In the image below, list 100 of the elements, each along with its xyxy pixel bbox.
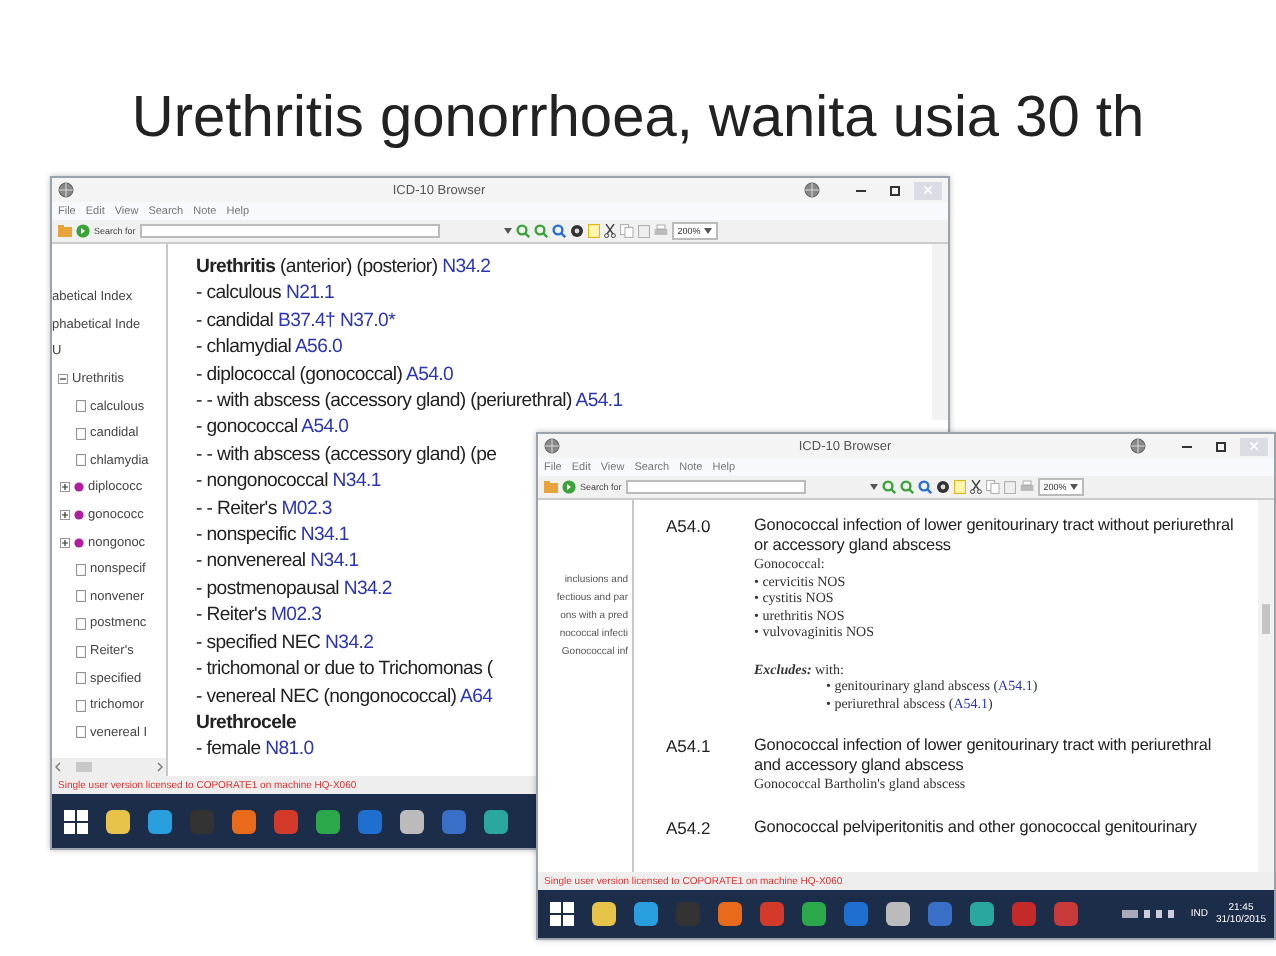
entry-title: Gonococcal pelviperitonitis and other gonococcal genitourinary xyxy=(754,817,1199,837)
index-entry: - Reiter's M02.3 xyxy=(196,602,322,630)
caret-icon[interactable] xyxy=(503,228,512,234)
minimize-icon xyxy=(855,189,865,191)
caret-icon xyxy=(1070,484,1079,490)
vertical-scrollbar[interactable] xyxy=(1258,500,1274,872)
taskbar-app-icon[interactable] xyxy=(588,898,620,930)
taskbar-app-icon[interactable] xyxy=(798,898,830,930)
taskbar-app-icon[interactable] xyxy=(312,805,344,837)
taskbar-app-icon[interactable] xyxy=(144,805,176,837)
code-link[interactable]: A56.0 xyxy=(294,336,343,359)
entry-title: Gonococcal infection of lower genitourinary tract without periurethral or accessory gland abscess xyxy=(754,516,1234,556)
app-logo-icon xyxy=(58,182,74,198)
index-entry: - venereal NEC (nongonococcal) A64 xyxy=(196,683,493,710)
taskbar-app-icon[interactable] xyxy=(102,805,134,837)
document-icon xyxy=(76,427,86,440)
cut-icon[interactable] xyxy=(603,224,616,238)
index-entry: - - Reiter's M02.3 xyxy=(196,495,332,523)
windows-logo-icon[interactable] xyxy=(546,898,578,930)
caret-icon[interactable] xyxy=(869,484,878,490)
code-link[interactable]: N21.1 xyxy=(285,282,335,305)
expand-icon[interactable] xyxy=(60,482,70,493)
record-icon[interactable] xyxy=(935,480,950,494)
index-entry: - gonococcal A54.0 xyxy=(196,414,349,442)
index-heading: Urethritis (anterior) (posterior) N34.2 xyxy=(196,254,491,281)
index-entry: - postmenopausal N34.2 xyxy=(196,575,392,603)
index-entry: - calculous N21.1 xyxy=(196,280,335,308)
minimize-icon xyxy=(1181,445,1191,447)
taskbar-app-icon[interactable] xyxy=(228,805,260,837)
close-icon xyxy=(1250,442,1258,450)
expand-icon[interactable] xyxy=(60,537,70,548)
document-icon xyxy=(76,400,86,413)
vertical-scrollbar[interactable] xyxy=(932,244,948,420)
code-link[interactable]: A54.0 xyxy=(301,416,349,439)
code-link[interactable]: B37.4† xyxy=(277,309,336,332)
taskbar-app-icon[interactable] xyxy=(480,805,512,837)
search-icon[interactable] xyxy=(899,480,914,494)
search-icon[interactable] xyxy=(533,224,548,238)
index-entry: - nongonococcal N34.1 xyxy=(196,468,381,496)
bullet-dot-icon xyxy=(74,482,84,493)
index-entry: - specified NEC N34.2 xyxy=(196,629,374,657)
search-icon[interactable] xyxy=(881,480,896,494)
globe-icon xyxy=(1130,438,1146,454)
code-link[interactable]: M02.3 xyxy=(270,604,322,627)
search-field[interactable] xyxy=(625,480,806,494)
code-link[interactable]: A54.0 xyxy=(405,363,454,386)
document-icon xyxy=(76,672,86,685)
expand-icon[interactable] xyxy=(60,510,70,521)
caret-icon xyxy=(704,228,713,234)
horizontal-scrollbar[interactable] xyxy=(52,758,166,776)
close-icon xyxy=(924,186,932,194)
code-link[interactable]: N37.0* xyxy=(339,309,396,332)
taskbar-app-icon[interactable] xyxy=(714,898,746,930)
code-link[interactable]: N81.0 xyxy=(265,738,314,761)
cut-icon[interactable] xyxy=(969,480,982,494)
taskbar-app-icon[interactable] xyxy=(396,805,428,837)
code-link[interactable]: A54.1 xyxy=(575,390,623,413)
code-link[interactable]: N34.2 xyxy=(442,256,491,278)
taskbar-app-icon[interactable] xyxy=(882,898,914,930)
index-entry: - - with abscess (accessory gland) (pe xyxy=(196,441,497,469)
go-icon[interactable] xyxy=(562,480,576,494)
document-icon xyxy=(76,590,86,603)
entry-code: A54.1 xyxy=(666,736,713,760)
folder-icon[interactable] xyxy=(58,224,72,238)
code-link[interactable]: N34.2 xyxy=(325,631,374,654)
app-logo-icon xyxy=(544,438,560,454)
code-link[interactable]: M02.3 xyxy=(281,497,332,520)
code-link[interactable]: N34.1 xyxy=(300,524,349,547)
bullet-dot-icon xyxy=(74,537,84,548)
index-entry: - chlamydial A56.0 xyxy=(196,334,343,362)
globe-icon xyxy=(804,182,820,198)
index-entry: - nonspecific N34.1 xyxy=(196,522,349,549)
taskbar-app-icon[interactable] xyxy=(966,898,998,930)
print-icon[interactable] xyxy=(1019,480,1034,494)
document-icon xyxy=(76,645,86,658)
folder-icon[interactable] xyxy=(544,480,558,494)
index-entry: - trichomonal or due to Trichomonas ( xyxy=(196,656,493,683)
go-icon[interactable] xyxy=(76,224,90,238)
document-icon xyxy=(76,563,86,576)
code-link[interactable]: A64 xyxy=(460,685,493,707)
slide-title: Urethritis gonorrhoea, wanita usia 30 th xyxy=(129,84,1147,152)
taskbar-app-icon[interactable] xyxy=(630,898,662,930)
search-icon[interactable] xyxy=(917,480,932,494)
index-entry: - diplococcal (gonococcal) A54.0 xyxy=(196,361,454,389)
record-icon[interactable] xyxy=(569,224,584,238)
code-link[interactable]: N34.2 xyxy=(343,577,392,600)
document-icon xyxy=(76,699,86,712)
search-icon[interactable] xyxy=(515,224,530,238)
print-icon[interactable] xyxy=(653,224,668,238)
index-entry: - nonvenereal N34.1 xyxy=(196,548,359,576)
index-entry: - - with abscess (accessory gland) (periurethral) A54.1 xyxy=(196,388,623,415)
code-link[interactable]: N34.1 xyxy=(310,550,359,573)
maximize-icon xyxy=(1215,441,1225,451)
collapse-icon[interactable] xyxy=(58,374,68,385)
search-field[interactable] xyxy=(139,224,440,238)
index-heading: Urethrocele xyxy=(196,709,297,737)
code-link[interactable]: N34.1 xyxy=(332,470,381,493)
document-icon xyxy=(76,454,86,467)
windows-logo-icon[interactable] xyxy=(60,805,92,837)
search-icon[interactable] xyxy=(551,224,566,238)
